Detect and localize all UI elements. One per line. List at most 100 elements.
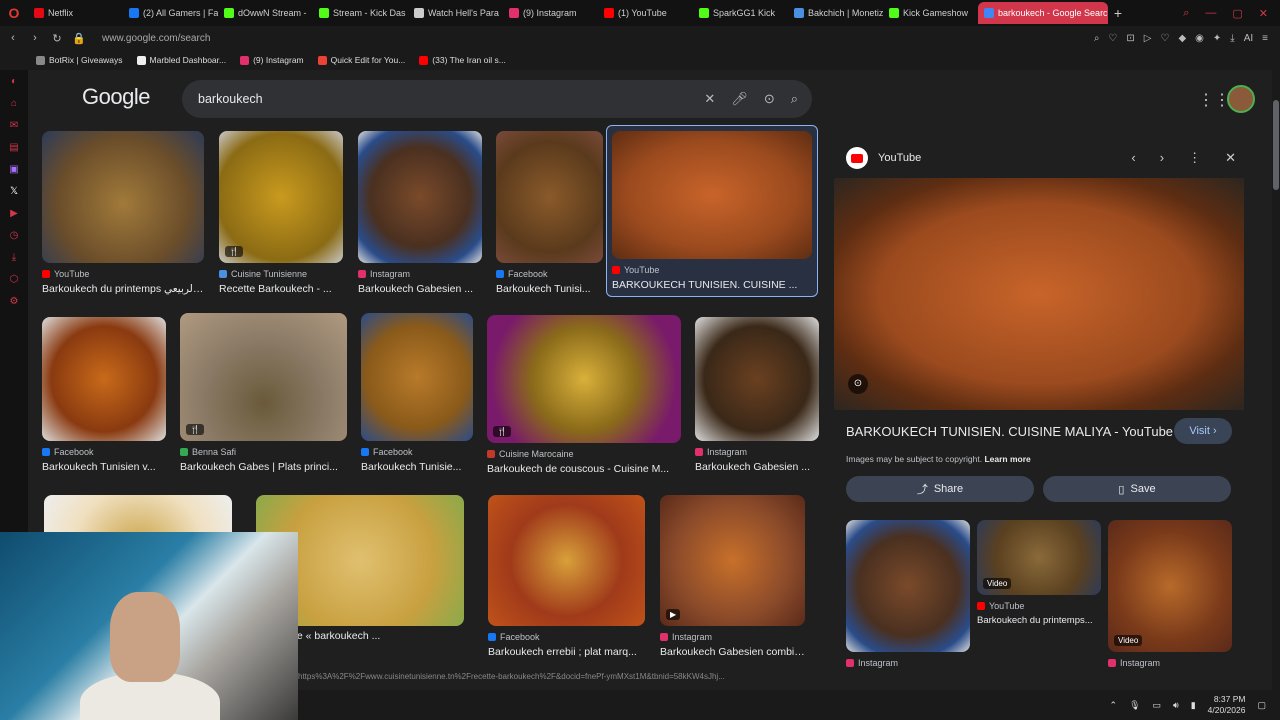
sidebar-youtube-icon[interactable]: ▶: [0, 202, 28, 224]
avatar[interactable]: [1227, 85, 1255, 113]
more-icon[interactable]: ⋮: [1188, 150, 1201, 166]
image-result-card[interactable]: 🍴 Benna Safi Barkoukech Gabes | Plats prin…: [180, 313, 347, 473]
browser-tab[interactable]: Bakchich | Monetiz: [788, 2, 883, 24]
minimize-button[interactable]: —: [1205, 7, 1216, 20]
result-thumbnail[interactable]: [361, 313, 473, 441]
share-button[interactable]: ⤴ Share: [846, 476, 1034, 502]
result-source[interactable]: Instagram: [695, 447, 819, 457]
result-thumbnail[interactable]: [42, 317, 166, 441]
image-result-card[interactable]: Instagram Barkoukech Gabesien ...: [358, 131, 482, 295]
notification-icon[interactable]: ▢: [1257, 700, 1266, 711]
back-button[interactable]: ‹: [4, 32, 22, 44]
url-field[interactable]: www.google.com/search: [102, 33, 210, 44]
result-source[interactable]: Cuisine Tunisienne: [219, 269, 343, 279]
tray-chevron-icon[interactable]: ⌃: [1110, 700, 1118, 711]
result-thumbnail[interactable]: [42, 131, 204, 263]
related-image-card[interactable]: Video Instagram: [1108, 520, 1232, 668]
bookmark-item[interactable]: Marbled Dashboar...: [136, 55, 226, 65]
zoom-icon[interactable]: ⌕: [1094, 33, 1100, 44]
sidebar-twitch-icon[interactable]: ▣: [0, 158, 28, 180]
result-source[interactable]: Facebook: [42, 447, 166, 457]
mic-tray-icon[interactable]: 🎙︎: [1129, 700, 1140, 711]
visit-button[interactable]: Visit ›: [1174, 418, 1232, 444]
related-source[interactable]: Instagram: [846, 658, 970, 668]
result-source[interactable]: YouTube: [42, 269, 204, 279]
network-icon[interactable]: ▭: [1153, 700, 1162, 711]
extension-icon[interactable]: ◆: [1178, 33, 1186, 44]
sidebar-history-icon[interactable]: ◷: [0, 224, 28, 246]
sidebar-downloads-icon[interactable]: ⤓: [0, 246, 28, 268]
bookmark-item[interactable]: BotRix | Giveaways: [36, 55, 123, 65]
menu-icon[interactable]: ≡: [1262, 33, 1268, 44]
related-thumbnail[interactable]: Video: [1108, 520, 1232, 652]
close-icon[interactable]: ✕: [1225, 150, 1236, 166]
browser-tab[interactable]: barkoukech - Google Search: [978, 2, 1108, 24]
result-thumbnail[interactable]: [496, 131, 603, 263]
bookmark-item[interactable]: Quick Edit for You...: [317, 55, 405, 65]
result-thumbnail[interactable]: 🍴: [487, 315, 681, 443]
sidebar-messenger-icon[interactable]: ✉: [0, 114, 28, 136]
reload-button[interactable]: ↻: [48, 32, 66, 45]
sidebar-x-icon[interactable]: 𝕏: [0, 180, 28, 202]
result-source[interactable]: Benna Safi: [180, 447, 347, 457]
search-icon[interactable]: ⌕: [791, 91, 798, 107]
ai-icon[interactable]: AI: [1244, 33, 1253, 44]
result-caption[interactable]: Barkoukech Gabesien ...: [358, 283, 482, 295]
image-result-card[interactable]: Instagram Barkoukech Gabesien ...: [695, 317, 819, 473]
sidebar-wallet-icon[interactable]: ▤: [0, 136, 28, 158]
download-icon[interactable]: ⤓: [1230, 33, 1234, 44]
result-source[interactable]: Facebook: [488, 632, 645, 642]
image-result-card[interactable]: Facebook Barkoukech errebii ; plat marq..…: [488, 495, 645, 658]
result-thumbnail[interactable]: 🍴: [180, 313, 347, 441]
result-caption[interactable]: Barkoukech Gabesien combin...: [660, 646, 805, 658]
result-caption[interactable]: Barkoukech du printemps البركوكش الربيعي…: [42, 283, 204, 295]
lens-icon[interactable]: ⊙: [764, 91, 775, 107]
result-caption[interactable]: Barkoukech Gabesien ...: [695, 461, 819, 473]
preview-title[interactable]: BARKOUKECH TUNISIEN. CUISINE MALIYA - Yo…: [846, 424, 1173, 439]
clock[interactable]: 8:37 PM 4/20/2026: [1208, 694, 1246, 716]
image-result-card[interactable]: YouTube BARKOUKECH TUNISIEN. CUISINE ...: [606, 125, 818, 297]
battery-icon[interactable]: ▮: [1191, 700, 1196, 711]
image-result-card[interactable]: Facebook Barkoukech Tunisi...: [496, 131, 603, 295]
browser-tab[interactable]: dOwwN Stream -: [218, 2, 313, 24]
snapshot-icon[interactable]: ⊡: [1126, 33, 1134, 44]
result-source[interactable]: Instagram: [660, 632, 805, 642]
sidebar-bag-icon[interactable]: ⌂: [0, 92, 28, 114]
prev-icon[interactable]: ‹: [1131, 150, 1135, 166]
result-caption[interactable]: Recette Barkoukech - ...: [219, 283, 343, 295]
mic-icon[interactable]: 🎤︎: [731, 91, 748, 107]
browser-tab[interactable]: Kick Gameshow: [883, 2, 978, 24]
maximize-button[interactable]: ▢: [1232, 7, 1242, 20]
result-source[interactable]: Facebook: [361, 447, 473, 457]
result-thumbnail[interactable]: ▶: [660, 495, 805, 626]
image-result-card[interactable]: 🍴 Cuisine Marocaine Barkoukech de couscous…: [487, 315, 681, 475]
sidebar-settings-icon[interactable]: ⚙: [0, 290, 28, 312]
volume-icon[interactable]: 🔊︎: [1173, 700, 1179, 711]
opera-logo-icon[interactable]: O: [0, 0, 28, 26]
result-caption[interactable]: Barkoukech de couscous - Cuisine M...: [487, 463, 681, 475]
result-thumbnail[interactable]: [695, 317, 819, 441]
browser-tab[interactable]: (9) Instagram: [503, 2, 598, 24]
bookmark-icon[interactable]: ♡: [1108, 33, 1117, 44]
result-source[interactable]: Facebook: [496, 269, 603, 279]
puzzle-icon[interactable]: ✦: [1213, 33, 1221, 44]
result-thumbnail[interactable]: [488, 495, 645, 626]
bookmark-item[interactable]: (33) The Iran oil s...: [419, 55, 506, 65]
related-caption[interactable]: Barkoukech du printemps...: [977, 615, 1101, 626]
result-source[interactable]: Instagram: [358, 269, 482, 279]
play-icon[interactable]: ▷: [1144, 33, 1152, 44]
image-result-card[interactable]: Facebook Barkoukech Tunisie...: [361, 313, 473, 473]
result-thumbnail[interactable]: [358, 131, 482, 263]
result-caption[interactable]: Barkoukech Tunisie...: [361, 461, 473, 473]
vpn-icon[interactable]: ◉: [1195, 33, 1204, 44]
result-caption[interactable]: Barkoukech errebii ; plat marq...: [488, 646, 645, 658]
clear-icon[interactable]: ✕: [704, 91, 715, 107]
result-source[interactable]: Cuisine Marocaine: [487, 449, 681, 459]
result-source[interactable]: YouTube: [612, 265, 812, 275]
result-caption[interactable]: Barkoukech Gabes | Plats princi...: [180, 461, 347, 473]
browser-tab[interactable]: SparkGG1 Kick: [693, 2, 788, 24]
browser-tab[interactable]: Watch Hell's Para: [408, 2, 503, 24]
image-result-card[interactable]: 🍴 Cuisine Tunisienne Recette Barkoukech - …: [219, 131, 343, 295]
browser-tab[interactable]: Netflix: [28, 2, 123, 24]
related-source[interactable]: YouTube: [977, 601, 1101, 611]
